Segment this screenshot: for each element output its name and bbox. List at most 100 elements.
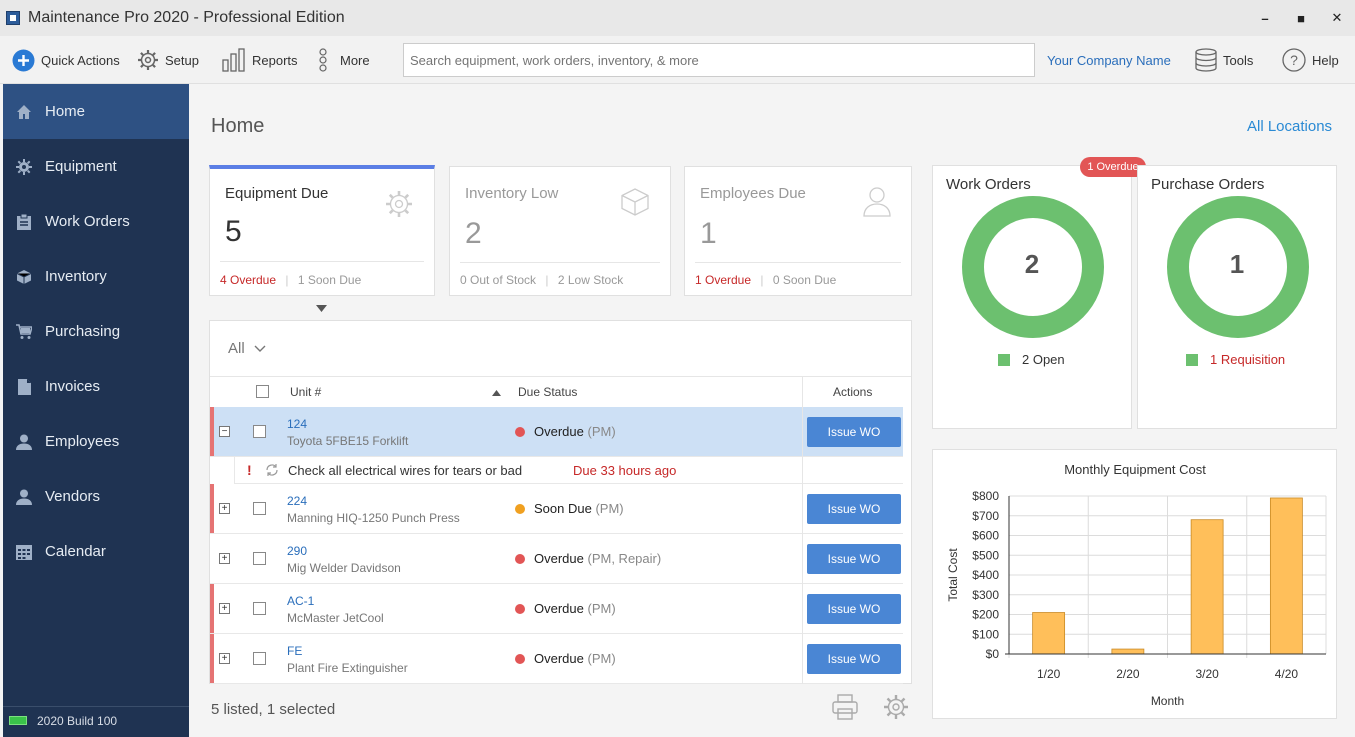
- minimize-button[interactable]: –: [1247, 0, 1283, 36]
- inventory-low-card[interactable]: Inventory Low 2 0 Out of Stock | 2 Low S…: [449, 166, 671, 296]
- y-tick-label: $0: [986, 647, 1000, 661]
- unit-number-link[interactable]: 124: [287, 417, 307, 431]
- cart-icon: [16, 323, 32, 340]
- column-header-actions: Actions: [833, 385, 873, 399]
- low-stock-link[interactable]: 2 Low Stock: [558, 273, 623, 287]
- table-row[interactable]: + 290 Mig Welder Davidson Overdue (PM, R…: [210, 534, 903, 584]
- issue-wo-button[interactable]: Issue WO: [807, 644, 901, 674]
- unit-number-link[interactable]: AC-1: [287, 594, 314, 608]
- issue-wo-button[interactable]: Issue WO: [807, 417, 901, 447]
- y-tick-label: $300: [972, 588, 999, 602]
- card-footer: 0 Out of Stock | 2 Low Stock: [460, 273, 624, 287]
- collapse-toggle[interactable]: −: [219, 426, 230, 437]
- purchase-orders-card[interactable]: Purchase Orders 1 1 Requisition: [1137, 165, 1337, 429]
- sidebar-item-purchasing[interactable]: Purchasing: [3, 304, 189, 359]
- row-checkbox[interactable]: [253, 552, 266, 565]
- y-tick-label: $800: [972, 489, 999, 503]
- card-count: 2: [465, 217, 482, 250]
- status-dot: [515, 654, 525, 664]
- expand-toggle[interactable]: +: [219, 553, 230, 564]
- person-icon: [16, 434, 32, 450]
- donut-legend: 1 Requisition: [1186, 352, 1285, 367]
- equipment-due-card[interactable]: Equipment Due 5 4 Overdue | 1 Soon Due: [209, 165, 435, 296]
- search-input[interactable]: [403, 43, 1035, 77]
- legend-swatch: [1186, 353, 1198, 366]
- all-locations-link[interactable]: All Locations: [1247, 118, 1332, 135]
- help-circle-icon: ?: [1282, 48, 1306, 72]
- table-row[interactable]: − 124 Toyota 5FBE15 Forklift Overdue (PM…: [210, 407, 903, 457]
- unit-number-link[interactable]: 224: [287, 494, 307, 508]
- sidebar-item-equipment[interactable]: Equipment: [3, 139, 189, 194]
- table-row[interactable]: + AC-1 McMaster JetCool Overdue (PM) Iss…: [210, 584, 903, 634]
- row-checkbox[interactable]: [253, 502, 266, 515]
- expand-toggle[interactable]: +: [219, 653, 230, 664]
- bar: [1269, 497, 1303, 655]
- task-due: Due 33 hours ago: [573, 463, 677, 478]
- select-all-checkbox[interactable]: [256, 385, 269, 398]
- card-count: 1: [700, 217, 717, 250]
- overdue-flag: [210, 584, 214, 633]
- sidebar-item-employees[interactable]: Employees: [3, 414, 189, 469]
- soon-due-count-link[interactable]: 0 Soon Due: [773, 273, 836, 287]
- employees-due-card[interactable]: Employees Due 1 1 Overdue | 0 Soon Due: [684, 166, 912, 296]
- legend-swatch: [998, 353, 1010, 366]
- home-icon: [16, 104, 32, 120]
- filter-dropdown[interactable]: All: [228, 340, 266, 357]
- y-tick-label: $400: [972, 568, 999, 582]
- sort-ascending-icon[interactable]: [492, 390, 501, 396]
- table-row[interactable]: + FE Plant Fire Extinguisher Overdue (PM…: [210, 634, 903, 684]
- row-checkbox[interactable]: [253, 425, 266, 438]
- unit-number-link[interactable]: FE: [287, 644, 302, 658]
- column-header-unit[interactable]: Unit #: [290, 376, 321, 408]
- sidebar-item-inventory[interactable]: Inventory: [3, 249, 189, 304]
- overdue-count-link[interactable]: 1 Overdue: [695, 273, 751, 287]
- column-header-due-status[interactable]: Due Status: [518, 376, 577, 408]
- table-row[interactable]: + 224 Manning HIQ-1250 Punch Press Soon …: [210, 484, 903, 534]
- sidebar-item-invoices[interactable]: Invoices: [3, 359, 189, 414]
- status-dot: [515, 604, 525, 614]
- company-name-link[interactable]: Your Company Name: [1047, 53, 1171, 68]
- expand-toggle[interactable]: +: [219, 603, 230, 614]
- row-checkbox[interactable]: [253, 652, 266, 665]
- page-title: Home: [211, 115, 265, 137]
- soon-due-count-link[interactable]: 1 Soon Due: [298, 273, 361, 287]
- database-icon: [1195, 48, 1217, 72]
- y-tick-label: $600: [972, 529, 999, 543]
- help-button[interactable]: ? Help: [1282, 48, 1339, 72]
- sidebar-item-vendors[interactable]: Vendors: [3, 469, 189, 524]
- close-button[interactable]: ✕: [1319, 0, 1355, 36]
- reports-button[interactable]: Reports: [222, 48, 298, 72]
- row-checkbox[interactable]: [253, 602, 266, 615]
- unit-description: Plant Fire Extinguisher: [287, 661, 408, 675]
- issue-wo-button[interactable]: Issue WO: [807, 544, 901, 574]
- more-button[interactable]: More: [318, 48, 370, 72]
- setup-button[interactable]: Setup: [137, 48, 199, 72]
- maximize-button[interactable]: ■: [1283, 0, 1319, 36]
- print-icon[interactable]: [832, 694, 858, 720]
- y-tick-label: $100: [972, 627, 999, 641]
- sidebar-item-work-orders[interactable]: Work Orders: [3, 194, 189, 249]
- overdue-flag: [210, 407, 214, 456]
- card-title: Work Orders: [946, 176, 1031, 193]
- settings-gear-icon[interactable]: [883, 694, 909, 720]
- tools-button[interactable]: Tools: [1195, 48, 1253, 72]
- clipboard-icon: [16, 213, 32, 230]
- donut-legend: 2 Open: [998, 352, 1065, 367]
- calendar-icon: [16, 544, 32, 560]
- sidebar-item-label: Vendors: [45, 488, 101, 505]
- sidebar-item-home[interactable]: Home: [3, 84, 189, 139]
- card-title: Purchase Orders: [1151, 176, 1265, 193]
- expand-toggle[interactable]: +: [219, 503, 230, 514]
- unit-number-link[interactable]: 290: [287, 544, 307, 558]
- sidebar-item-label: Equipment: [45, 158, 117, 175]
- issue-wo-button[interactable]: Issue WO: [807, 494, 901, 524]
- actions-column-divider: [802, 376, 803, 684]
- work-orders-card[interactable]: Work Orders 2 2 Open: [932, 165, 1132, 429]
- sidebar-item-calendar[interactable]: Calendar: [3, 524, 189, 579]
- issue-wo-button[interactable]: Issue WO: [807, 594, 901, 624]
- overdue-count-link[interactable]: 4 Overdue: [220, 273, 276, 287]
- card-title: Employees Due: [700, 185, 806, 202]
- out-of-stock-link[interactable]: 0 Out of Stock: [460, 273, 536, 287]
- quick-actions-button[interactable]: Quick Actions: [12, 48, 120, 72]
- svg-text:?: ?: [1290, 52, 1298, 68]
